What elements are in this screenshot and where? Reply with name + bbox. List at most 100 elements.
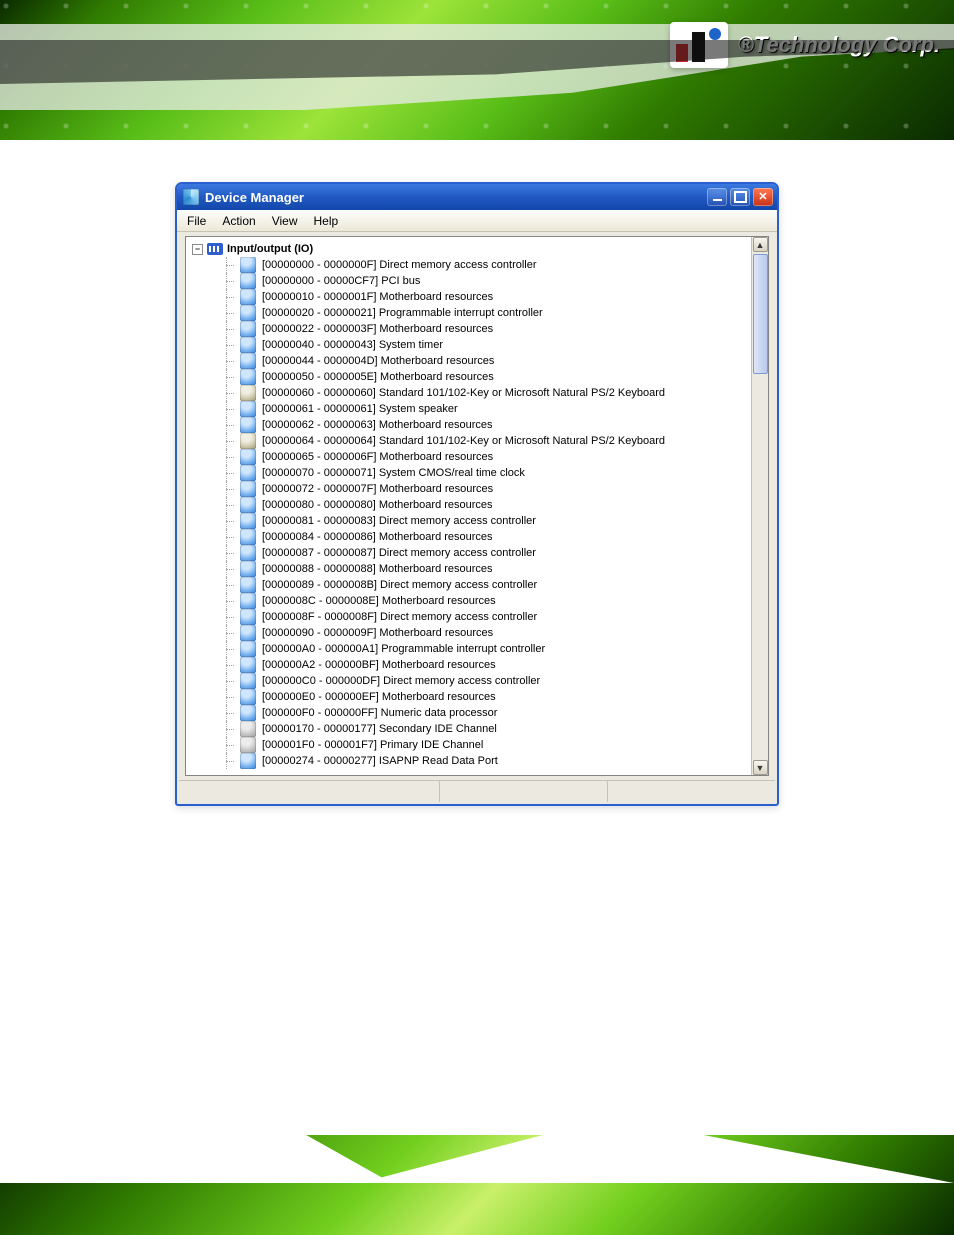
- tree-item-label: [000000A0 - 000000A1] Programmable inter…: [262, 641, 545, 657]
- menu-action[interactable]: Action: [222, 214, 255, 228]
- ide-channel-icon: [240, 737, 256, 753]
- tree-item-label: [00000087 - 00000087] Direct memory acce…: [262, 545, 536, 561]
- window-buttons: [707, 188, 773, 206]
- tree-item-label: [00000065 - 0000006F] Motherboard resour…: [262, 449, 493, 465]
- tree-item[interactable]: [00000010 - 0000001F] Motherboard resour…: [220, 289, 749, 305]
- tree-connector-icon: [220, 289, 234, 305]
- tree-item[interactable]: [00000062 - 00000063] Motherboard resour…: [220, 417, 749, 433]
- menu-file[interactable]: File: [187, 214, 206, 228]
- tree-item[interactable]: [00000044 - 0000004D] Motherboard resour…: [220, 353, 749, 369]
- tree-item[interactable]: [0000008C - 0000008E] Motherboard resour…: [220, 593, 749, 609]
- tree-item[interactable]: [00000170 - 00000177] Secondary IDE Chan…: [220, 721, 749, 737]
- menu-help[interactable]: Help: [314, 214, 339, 228]
- device-tree[interactable]: − Input/output (IO) [00000000 - 0000000F…: [186, 237, 751, 775]
- menu-view[interactable]: View: [272, 214, 298, 228]
- tree-item-label: [00000084 - 00000086] Motherboard resour…: [262, 529, 493, 545]
- tree-item[interactable]: [000000A0 - 000000A1] Programmable inter…: [220, 641, 749, 657]
- device-icon: [240, 369, 256, 385]
- minimize-button[interactable]: [707, 188, 727, 206]
- tree-item-label: [00000072 - 0000007F] Motherboard resour…: [262, 481, 493, 497]
- tree-item[interactable]: [000000E0 - 000000EF] Motherboard resour…: [220, 689, 749, 705]
- close-button[interactable]: [753, 188, 773, 206]
- tree-connector-icon: [220, 273, 234, 289]
- root-label: Input/output (IO): [227, 243, 313, 255]
- device-icon: [240, 753, 256, 769]
- tree-item[interactable]: [00000022 - 0000003F] Motherboard resour…: [220, 321, 749, 337]
- tree-item[interactable]: [000000C0 - 000000DF] Direct memory acce…: [220, 673, 749, 689]
- tree-item[interactable]: [00000065 - 0000006F] Motherboard resour…: [220, 449, 749, 465]
- tree-item[interactable]: [00000040 - 00000043] System timer: [220, 337, 749, 353]
- tree-item[interactable]: [00000081 - 00000083] Direct memory acce…: [220, 513, 749, 529]
- tree-item[interactable]: [00000080 - 00000080] Motherboard resour…: [220, 497, 749, 513]
- tree-item-label: [00000089 - 0000008B] Direct memory acce…: [262, 577, 537, 593]
- status-pane-3: [607, 781, 775, 802]
- tree-item[interactable]: [00000060 - 00000060] Standard 101/102-K…: [220, 385, 749, 401]
- tree-root[interactable]: − Input/output (IO): [192, 243, 749, 255]
- tree-connector-icon: [220, 721, 234, 737]
- tree-item-label: [00000060 - 00000060] Standard 101/102-K…: [262, 385, 665, 401]
- tree-item[interactable]: [00000087 - 00000087] Direct memory acce…: [220, 545, 749, 561]
- maximize-button[interactable]: [730, 188, 750, 206]
- device-icon: [240, 353, 256, 369]
- tree-connector-icon: [220, 609, 234, 625]
- tree-item[interactable]: [00000084 - 00000086] Motherboard resour…: [220, 529, 749, 545]
- tree-item[interactable]: [00000090 - 0000009F] Motherboard resour…: [220, 625, 749, 641]
- device-icon: [240, 401, 256, 417]
- tree-item[interactable]: [00000274 - 00000277] ISAPNP Read Data P…: [220, 753, 749, 769]
- tree-item-label: [00000061 - 00000061] System speaker: [262, 401, 458, 417]
- tree-item[interactable]: [00000089 - 0000008B] Direct memory acce…: [220, 577, 749, 593]
- brand-name: Technology Corp.: [754, 32, 940, 57]
- tree-item-label: [00000050 - 0000005E] Motherboard resour…: [262, 369, 494, 385]
- window-title: Device Manager: [205, 190, 304, 205]
- app-icon: [183, 189, 199, 205]
- device-manager-window: Device Manager File Action View Help − I…: [175, 182, 779, 806]
- scroll-thumb[interactable]: [753, 254, 768, 374]
- status-pane-1: [179, 781, 439, 802]
- tree-connector-icon: [220, 321, 234, 337]
- device-icon: [240, 577, 256, 593]
- tree-item-label: [00000062 - 00000063] Motherboard resour…: [262, 417, 493, 433]
- device-icon: [240, 337, 256, 353]
- tree-item-label: [00000170 - 00000177] Secondary IDE Chan…: [262, 721, 497, 737]
- tree-item[interactable]: [00000000 - 0000000F] Direct memory acce…: [220, 257, 749, 273]
- scroll-up-button[interactable]: ▲: [753, 237, 768, 252]
- tree-item[interactable]: [00000064 - 00000064] Standard 101/102-K…: [220, 433, 749, 449]
- tree-connector-icon: [220, 577, 234, 593]
- tree-item[interactable]: [000001F0 - 000001F7] Primary IDE Channe…: [220, 737, 749, 753]
- vertical-scrollbar[interactable]: ▲ ▼: [751, 237, 768, 775]
- collapse-icon[interactable]: −: [192, 244, 203, 255]
- tree-item-label: [00000090 - 0000009F] Motherboard resour…: [262, 625, 493, 641]
- tree-item[interactable]: [000000F0 - 000000FF] Numeric data proce…: [220, 705, 749, 721]
- tree-connector-icon: [220, 593, 234, 609]
- tree-connector-icon: [220, 433, 234, 449]
- tree-item[interactable]: [00000061 - 00000061] System speaker: [220, 401, 749, 417]
- device-icon: [240, 561, 256, 577]
- tree-item[interactable]: [00000072 - 0000007F] Motherboard resour…: [220, 481, 749, 497]
- tree-item[interactable]: [00000070 - 00000071] System CMOS/real t…: [220, 465, 749, 481]
- device-icon: [240, 657, 256, 673]
- tree-item-label: [00000040 - 00000043] System timer: [262, 337, 443, 353]
- tree-item[interactable]: [00000020 - 00000021] Programmable inter…: [220, 305, 749, 321]
- device-icon: [240, 465, 256, 481]
- tree-item-label: [0000008C - 0000008E] Motherboard resour…: [262, 593, 496, 609]
- brand: ®Technology Corp.: [670, 22, 940, 68]
- tree-item-label: [00000020 - 00000021] Programmable inter…: [262, 305, 543, 321]
- tree-item[interactable]: [00000088 - 00000088] Motherboard resour…: [220, 561, 749, 577]
- tree-item-label: [000001F0 - 000001F7] Primary IDE Channe…: [262, 737, 483, 753]
- status-pane-2: [439, 781, 607, 802]
- tree-item[interactable]: [00000000 - 00000CF7] PCI bus: [220, 273, 749, 289]
- tree-item[interactable]: [00000050 - 0000005E] Motherboard resour…: [220, 369, 749, 385]
- tree-connector-icon: [220, 369, 234, 385]
- device-icon: [240, 705, 256, 721]
- device-icon: [240, 609, 256, 625]
- tree-item[interactable]: [0000008F - 0000008F] Direct memory acce…: [220, 609, 749, 625]
- scroll-down-button[interactable]: ▼: [753, 760, 768, 775]
- brand-registered: ®: [738, 32, 754, 57]
- tree-item[interactable]: [000000A2 - 000000BF] Motherboard resour…: [220, 657, 749, 673]
- device-icon: [240, 641, 256, 657]
- tree-item-label: [00000064 - 00000064] Standard 101/102-K…: [262, 433, 665, 449]
- device-icon: [240, 417, 256, 433]
- tree-item-label: [00000070 - 00000071] System CMOS/real t…: [262, 465, 525, 481]
- keyboard-icon: [240, 433, 256, 449]
- titlebar[interactable]: Device Manager: [177, 184, 777, 210]
